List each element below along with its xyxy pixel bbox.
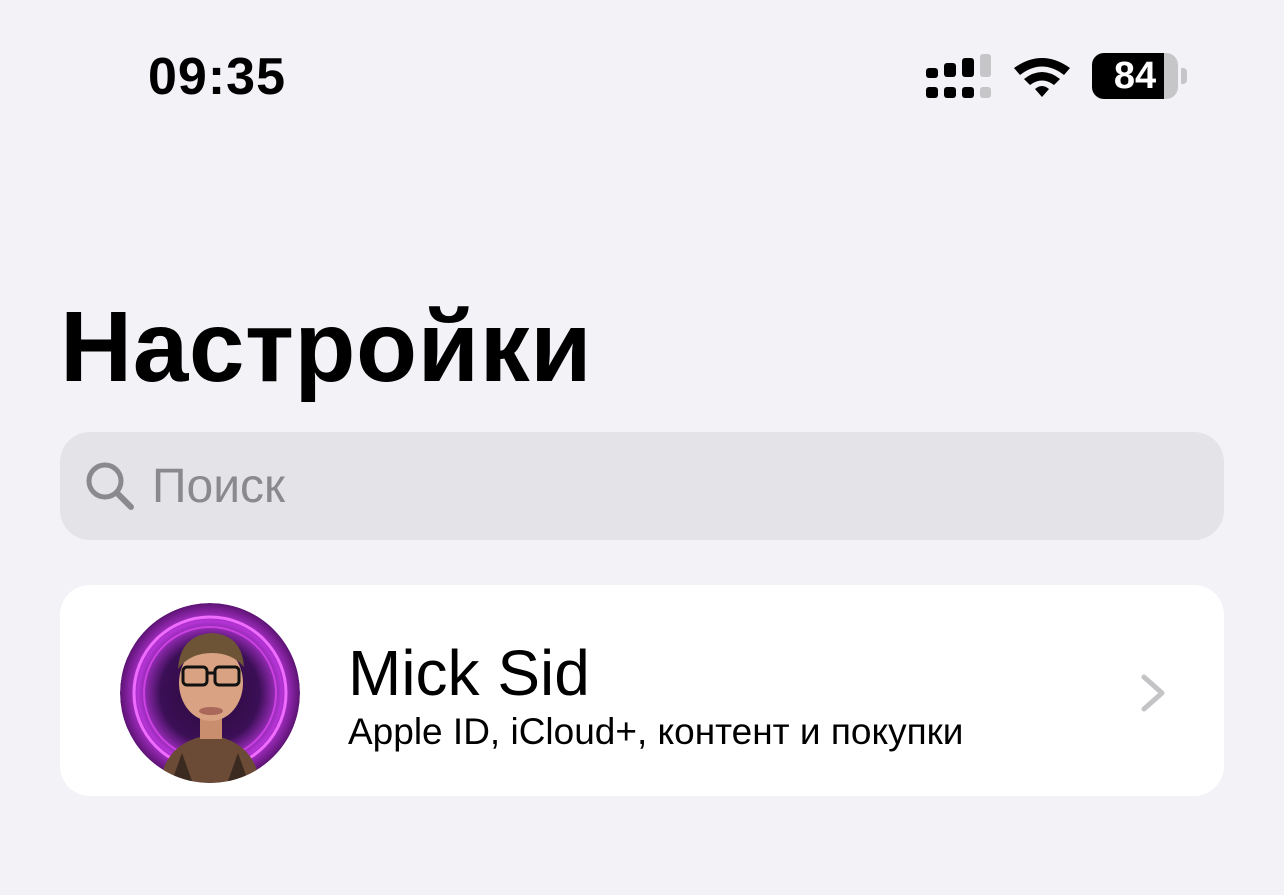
- search-bar[interactable]: [60, 432, 1224, 540]
- battery-body: 84: [1092, 53, 1178, 99]
- battery-icon: 84: [1092, 53, 1188, 99]
- wifi-icon: [1014, 58, 1070, 97]
- status-bar: 09:35 84: [0, 0, 1284, 150]
- chevron-right-icon: [1141, 674, 1165, 712]
- cellular-signal-icon: [926, 54, 991, 98]
- profile-card[interactable]: Mick Sid Apple ID, iCloud+, контент и по…: [60, 585, 1224, 796]
- search-input[interactable]: [152, 456, 1192, 516]
- battery-level: 84: [1113, 55, 1157, 97]
- battery-cap: [1181, 68, 1187, 84]
- profile-subtitle: Apple ID, iCloud+, контент и покупки: [348, 711, 964, 752]
- profile-name: Mick Sid: [348, 637, 590, 709]
- search-icon: [86, 462, 134, 510]
- page-title: Настройки: [60, 291, 593, 403]
- avatar: [120, 603, 300, 783]
- status-time: 09:35: [148, 48, 286, 106]
